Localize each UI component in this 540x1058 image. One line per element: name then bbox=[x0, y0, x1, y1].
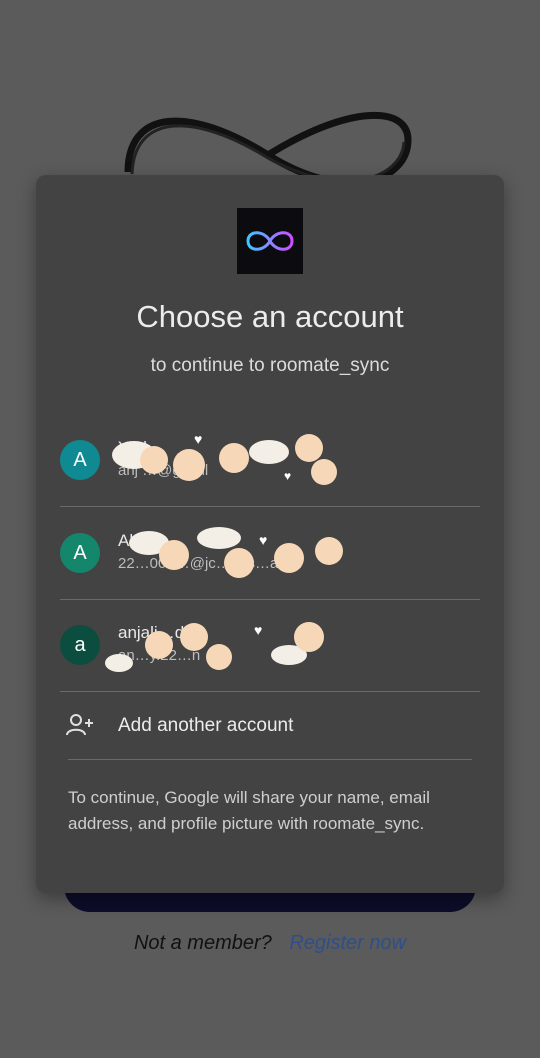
add-person-icon bbox=[66, 714, 93, 736]
infinity-icon bbox=[246, 231, 294, 251]
register-prompt: Not a member? Register now bbox=[0, 932, 540, 955]
account-item-3[interactable]: a anjali…dav an…y.22…n ♥ bbox=[60, 599, 480, 691]
svg-text:♥: ♥ bbox=[259, 532, 267, 548]
privacy-sticker-icon: ♥ bbox=[129, 527, 343, 578]
svg-text:♥: ♥ bbox=[284, 469, 291, 483]
account-item-2[interactable]: A Ab 22…003…@jc…eus…ac.in ♥ bbox=[60, 507, 480, 599]
svg-text:♥: ♥ bbox=[254, 622, 262, 638]
add-account-label: Add another account bbox=[118, 715, 294, 736]
privacy-sticker-icon: ♥ ♥ bbox=[112, 431, 337, 485]
register-link[interactable]: Register now bbox=[289, 932, 406, 954]
app-icon bbox=[237, 208, 303, 274]
account-item-1[interactable]: A Yad anj …@gmail ♥ ♥ bbox=[60, 414, 480, 506]
dialog-title: Choose an account bbox=[136, 299, 404, 334]
privacy-notice: To continue, Google will share your name… bbox=[68, 788, 430, 833]
not-member-text: Not a member? bbox=[133, 932, 272, 954]
account-chooser-dialog: Choose an account to continue to roomate… bbox=[36, 175, 504, 893]
divider bbox=[68, 759, 472, 760]
privacy-sticker-icon: ♥ bbox=[105, 622, 324, 672]
svg-text:♥: ♥ bbox=[194, 431, 202, 447]
dialog-subtitle: to continue to roomate_sync bbox=[150, 355, 390, 376]
add-another-account-button[interactable]: Add another account bbox=[60, 691, 480, 759]
